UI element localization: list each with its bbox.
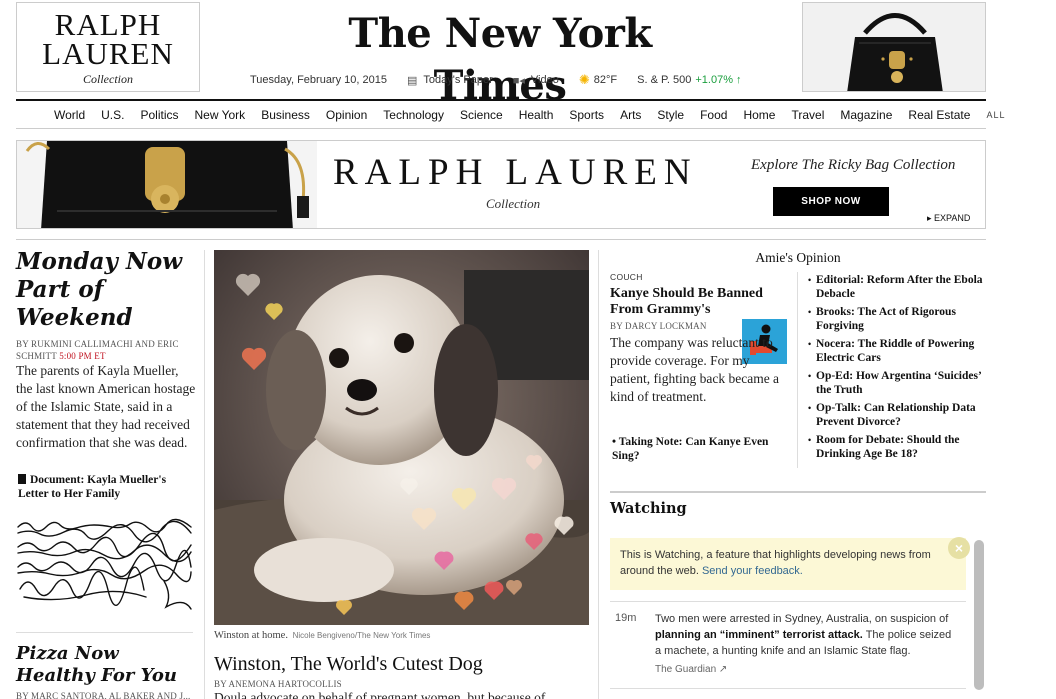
- lead-timestamp: 5:00 PM ET: [59, 351, 106, 361]
- second-byline: By MARC SANTORA, AL BAKER and J...: [16, 691, 191, 699]
- nav-item-travel[interactable]: Travel: [791, 108, 824, 122]
- watching-source-link[interactable]: The Guardian ↗: [655, 664, 727, 675]
- photo-credit: Nicole Bengiveno/The New York Times: [292, 631, 431, 640]
- nav-item-world[interactable]: World: [54, 108, 85, 122]
- video-icon: ■◂: [512, 74, 525, 87]
- nav-item-business[interactable]: Business: [261, 108, 310, 122]
- nyt-logo[interactable]: The New York Times: [300, 8, 700, 112]
- nav-item-style[interactable]: Style: [657, 108, 684, 122]
- lead-headline[interactable]: Monday Now Part of Weekend: [16, 248, 194, 332]
- opinion-summary: The company was reluctant to provide cov…: [610, 335, 780, 404]
- banner-explore-text: Explore The Ricky Bag Collection: [751, 157, 956, 173]
- watching-text-bold: planning an “imminent” terrorist attack.: [655, 629, 863, 641]
- opinion-list: Editorial: Reform After the Ebola Debacl…: [808, 273, 988, 465]
- section-nav: World U.S. Politics New York Business Op…: [16, 99, 1004, 129]
- nav-item-new-york[interactable]: New York: [194, 108, 245, 122]
- banner-bag-image: [17, 141, 317, 228]
- photo-caption-text: Winston at home.: [214, 630, 288, 641]
- feedback-link[interactable]: Send your feedback.: [702, 565, 803, 577]
- todays-paper-label: Today's Paper: [423, 74, 493, 86]
- column-divider-right: [598, 250, 599, 699]
- weather-temp: 82°F: [593, 74, 618, 86]
- date: Tuesday, February 10, 2015: [250, 74, 387, 86]
- close-watching-button[interactable]: ×: [948, 537, 970, 559]
- nav-item-home[interactable]: Home: [743, 108, 775, 122]
- nav-item-real-estate[interactable]: Real Estate: [908, 108, 970, 122]
- opinion-section-title[interactable]: Amie's Opinion: [610, 250, 986, 266]
- watching-separator: [610, 688, 966, 689]
- masthead-infobar: Tuesday, February 10, 2015 ▤ Today's Pap…: [250, 72, 762, 88]
- todays-paper-link[interactable]: ▤ Today's Paper: [407, 74, 493, 87]
- dog-photo-image: [214, 250, 589, 625]
- ad-brand: RALPH LAUREN: [17, 7, 199, 71]
- second-headline[interactable]: Pizza Now Healthy For You: [16, 643, 196, 687]
- opinion-list-item[interactable]: Editorial: Reform After the Ebola Debacl…: [808, 273, 988, 301]
- market-change: +1.07% ↑: [695, 74, 742, 86]
- content-top-rule: [16, 239, 986, 240]
- nav-item-technology[interactable]: Technology: [383, 108, 444, 122]
- video-label: Video: [530, 74, 559, 86]
- market-index: S. & P. 500: [637, 74, 692, 86]
- dog-photo[interactable]: [214, 250, 589, 625]
- top-right-ad[interactable]: [802, 2, 986, 92]
- nav-item-sports[interactable]: Sports: [569, 108, 604, 122]
- handwritten-letter-image[interactable]: [16, 517, 193, 616]
- photo-caption: Winston at home. Nicole Bengiveno/The Ne…: [214, 630, 430, 641]
- lead-byline: By RUKMINI CALLIMACHI and ERIC SCHMITT 5…: [16, 338, 196, 362]
- ad-sub: Collection: [83, 72, 133, 86]
- opinion-list-item[interactable]: Op-Talk: Can Relationship Data Prevent D…: [808, 401, 988, 429]
- watching-intro-box: This is Watching, a feature that highlig…: [610, 538, 966, 590]
- watching-title[interactable]: Watching: [610, 500, 687, 517]
- watching-separator: [610, 601, 966, 602]
- weather[interactable]: ✺ 82°F: [579, 72, 617, 88]
- handwriting-scrawl: [16, 517, 193, 616]
- watching-item-text[interactable]: Two men were arrested in Sydney, Austral…: [655, 611, 960, 659]
- nav-item-opinion[interactable]: Opinion: [326, 108, 367, 122]
- center-headline[interactable]: Winston, The World's Cutest Dog: [214, 652, 483, 676]
- watching-scrollbar[interactable]: [974, 540, 984, 690]
- market-ticker[interactable]: S. & P. 500 +1.07% ↑: [637, 74, 741, 86]
- nav-item-health[interactable]: Health: [519, 108, 554, 122]
- nav-item-arts[interactable]: Arts: [620, 108, 641, 122]
- document-icon: [18, 474, 26, 484]
- left-column-rule: [16, 632, 193, 633]
- nav-all-sections[interactable]: ALL: [986, 110, 1005, 120]
- center-summary: Doula advocate on behalf of pregnant wom…: [214, 690, 546, 699]
- opinion-list-item[interactable]: Op-Ed: How Argentina ‘Suicides’ the Trut…: [808, 369, 988, 397]
- opinion-headline[interactable]: Kanye Should Be Banned From Grammy's: [610, 286, 790, 318]
- top-left-ad[interactable]: RALPH LAUREN Collection: [16, 2, 200, 92]
- newspaper-icon: ▤: [406, 74, 418, 87]
- nav-item-politics[interactable]: Politics: [140, 108, 178, 122]
- column-divider-left: [204, 250, 205, 699]
- opinion-list-item[interactable]: Brooks: The Act of Rigorous Forgiving: [808, 305, 988, 333]
- document-link[interactable]: Document: Kayla Mueller's Letter to Her …: [18, 473, 196, 501]
- document-link-label: Document: Kayla Mueller's Letter to Her …: [18, 474, 167, 500]
- center-byline: By ANEMONA HARTOCOLLIS: [214, 679, 342, 689]
- banner-brand: RALPH LAUREN: [333, 152, 698, 193]
- nav-item-food[interactable]: Food: [700, 108, 727, 122]
- handbag-image: [803, 3, 985, 91]
- opinion-list-item[interactable]: Nocera: The Riddle of Powering Electric …: [808, 337, 988, 365]
- nav-item-magazine[interactable]: Magazine: [840, 108, 892, 122]
- shop-now-button[interactable]: SHOP NOW: [773, 187, 889, 216]
- lead-summary: The parents of Kayla Mueller, the last k…: [16, 363, 196, 450]
- banner-brand-sub: Collection: [486, 196, 541, 211]
- sun-icon: ✺: [578, 72, 590, 87]
- watching-text-pre: Two men were arrested in Sydney, Austral…: [655, 613, 949, 625]
- watching-item-time: 19m: [615, 612, 637, 624]
- opinion-byline: By DARCY LOCKMAN: [610, 321, 707, 331]
- opinion-kicker[interactable]: COUCH: [610, 272, 643, 282]
- expand-button[interactable]: ▸ EXPAND: [927, 213, 970, 224]
- video-link[interactable]: ■◂ Video: [513, 74, 559, 87]
- ad-brand-line2: LAUREN: [42, 36, 174, 71]
- opinion-divider: [797, 272, 798, 468]
- watching-rule: [610, 491, 986, 493]
- opinion-list-item[interactable]: Room for Debate: Should the Drinking Age…: [808, 433, 988, 461]
- nav-item-us[interactable]: U.S.: [101, 108, 124, 122]
- nav-item-science[interactable]: Science: [460, 108, 503, 122]
- banner-ad[interactable]: RALPH LAUREN Collection Explore The Rick…: [16, 140, 986, 229]
- ad-brand-line1: RALPH: [54, 7, 162, 42]
- opinion-note-link[interactable]: Taking Note: Can Kanye Even Sing?: [612, 435, 792, 463]
